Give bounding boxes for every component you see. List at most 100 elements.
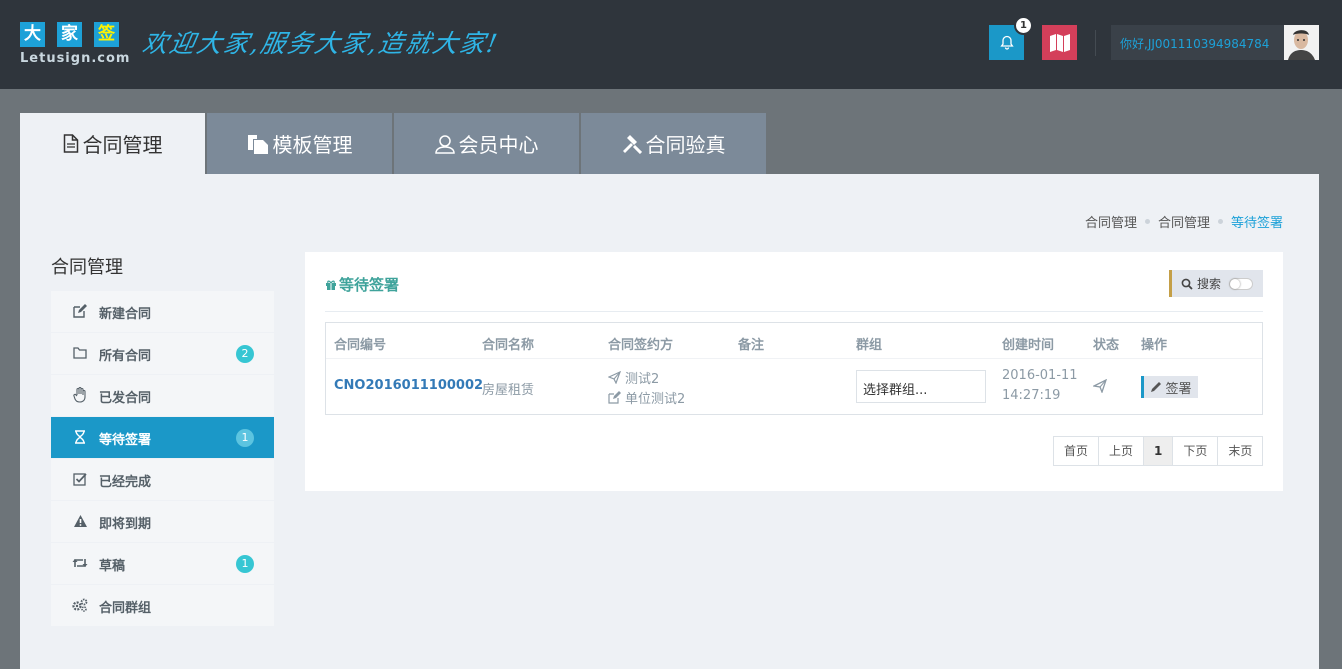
column-header: 合同签约方 xyxy=(608,338,674,353)
page-first[interactable]: 首页 xyxy=(1053,436,1100,466)
breadcrumb-separator xyxy=(1144,219,1150,224)
sign-button-label: 签署 xyxy=(1165,381,1192,397)
sign-button[interactable]: 签署 xyxy=(1141,376,1198,398)
user-menu[interactable]: 你好,JJ001110394984784 xyxy=(1111,25,1319,60)
edit-icon xyxy=(72,303,88,319)
logo-subtitle: Letusign.com xyxy=(20,51,131,66)
map-button[interactable] xyxy=(1042,25,1077,60)
column-header: 创建时间 xyxy=(1002,338,1055,353)
edit-icon xyxy=(608,391,621,404)
search-icon xyxy=(1181,278,1193,290)
pencil-icon xyxy=(1151,382,1162,392)
column-header: 群组 xyxy=(856,338,883,353)
breadcrumb-item[interactable]: 合同管理 xyxy=(1085,212,1137,231)
sidebar-item-new-contract[interactable]: 新建合同 xyxy=(51,291,274,332)
status-sent-icon xyxy=(1091,378,1108,397)
created-time: 14:27:19 xyxy=(1002,388,1061,403)
panel-title-text: 等待签署 xyxy=(339,276,400,294)
send-icon xyxy=(608,371,621,384)
logo[interactable]: 大 家 签 Letusign.com xyxy=(20,22,130,66)
column-header: 合同编号 xyxy=(334,338,387,353)
map-icon xyxy=(1049,33,1070,52)
header-separator xyxy=(326,358,1262,359)
count-badge: 1 xyxy=(236,429,254,447)
hourglass-icon xyxy=(72,429,88,445)
sidebar-item-contract-groups[interactable]: 合同群组 xyxy=(51,585,274,626)
contract-panel: 等待签署 搜索 合同编号 合同名称 合同签约方 备注 群组 创建时间 状态 操作… xyxy=(305,252,1283,491)
column-header: 备注 xyxy=(738,338,765,353)
tab-template-management[interactable]: 模板管理 xyxy=(207,113,392,174)
sidebar-item-label: 已发合同 xyxy=(99,391,152,406)
logo-char: 家 xyxy=(57,22,82,47)
slogan: 欢迎大家,服务大家,造就大家! xyxy=(140,29,502,58)
notification-badge: 1 xyxy=(1014,16,1033,35)
column-header: 合同名称 xyxy=(482,338,535,353)
tab-label: 会员中心 xyxy=(458,133,539,157)
cogs-icon xyxy=(72,597,88,613)
logo-char: 大 xyxy=(20,22,45,47)
created-date: 2016-01-11 xyxy=(1002,368,1078,383)
sidebar-item-all-contracts[interactable]: 所有合同 2 xyxy=(51,333,274,374)
panel-title: 等待签署 xyxy=(325,274,399,295)
sidebar-item-waiting-sign[interactable]: 等待签署 1 xyxy=(51,417,274,458)
breadcrumb-item[interactable]: 合同管理 xyxy=(1158,212,1210,231)
sidebar-item-label: 等待签署 xyxy=(99,433,152,448)
sidebar-item-expiring[interactable]: 即将到期 xyxy=(51,501,274,542)
main-content: 合同管理 合同管理 等待签署 合同管理 新建合同 所有合同 2 已发合同 等待签… xyxy=(20,174,1319,669)
sidebar-item-label: 已经完成 xyxy=(99,475,152,490)
page-prev[interactable]: 上页 xyxy=(1098,436,1145,466)
sidebar-item-label: 草稿 xyxy=(99,559,126,574)
tab-label: 合同管理 xyxy=(82,133,163,157)
sidebar-item-label: 即将到期 xyxy=(99,517,152,532)
search-toggle[interactable]: 搜索 xyxy=(1169,270,1263,297)
warning-icon xyxy=(72,513,88,529)
breadcrumb-separator xyxy=(1217,219,1223,224)
avatar-image xyxy=(1284,25,1319,60)
sidebar-title: 合同管理 xyxy=(51,257,123,278)
sidebar-item-drafts[interactable]: 草稿 1 xyxy=(51,543,274,584)
tab-member-center[interactable]: 会员中心 xyxy=(394,113,579,174)
tab-label: 模板管理 xyxy=(272,133,353,157)
gavel-icon xyxy=(622,134,642,154)
folder-icon xyxy=(72,345,88,361)
top-header: 大 家 签 Letusign.com 欢迎大家,服务大家,造就大家! 1 你好,… xyxy=(0,0,1342,89)
breadcrumb: 合同管理 合同管理 等待签署 xyxy=(1085,212,1283,231)
group-select[interactable]: 选择群组... xyxy=(856,370,986,403)
count-badge: 1 xyxy=(236,555,254,573)
signer-party: 测试2 xyxy=(608,368,659,387)
retweet-icon xyxy=(72,555,88,571)
column-header: 操作 xyxy=(1141,338,1168,353)
pagination: 首页 上页 1 下页 末页 xyxy=(1053,436,1264,466)
column-header: 状态 xyxy=(1093,338,1120,353)
contract-number-link[interactable]: CNO2016011100002 xyxy=(334,378,483,393)
page-last[interactable]: 末页 xyxy=(1217,436,1264,466)
logo-char: 签 xyxy=(94,22,119,47)
sidebar-menu: 新建合同 所有合同 2 已发合同 等待签署 1 已经完成 即将到期 草稿 1 合… xyxy=(51,291,274,627)
copy-icon xyxy=(247,134,268,154)
sidebar-item-label: 合同群组 xyxy=(99,601,152,616)
count-badge: 2 xyxy=(236,345,254,363)
divider xyxy=(325,311,1263,312)
document-icon xyxy=(63,134,78,153)
signer-name: 测试2 xyxy=(625,372,660,387)
sidebar-item-label: 新建合同 xyxy=(99,307,152,322)
signer-name: 单位测试2 xyxy=(625,392,686,407)
signer-party: 单位测试2 xyxy=(608,388,685,407)
sidebar-item-completed[interactable]: 已经完成 xyxy=(51,459,274,500)
tab-contract-management[interactable]: 合同管理 xyxy=(20,113,205,174)
avatar[interactable] xyxy=(1284,25,1319,60)
tab-contract-verify[interactable]: 合同验真 xyxy=(581,113,766,174)
page-next[interactable]: 下页 xyxy=(1172,436,1219,466)
search-switch[interactable] xyxy=(1229,277,1254,290)
page-current[interactable]: 1 xyxy=(1143,436,1174,466)
header-divider xyxy=(1095,30,1096,56)
tab-label: 合同验真 xyxy=(645,133,726,157)
sidebar-item-label: 所有合同 xyxy=(99,349,152,364)
user-greeting: 你好,JJ001110394984784 xyxy=(1120,37,1270,51)
gift-icon xyxy=(326,280,336,290)
contracts-table: 合同编号 合同名称 合同签约方 备注 群组 创建时间 状态 操作 CNO2016… xyxy=(325,322,1263,415)
contract-name: 房屋租赁 xyxy=(482,383,535,398)
sidebar-item-sent-contracts[interactable]: 已发合同 xyxy=(51,375,274,416)
search-label: 搜索 xyxy=(1197,277,1222,291)
hand-icon xyxy=(72,387,88,403)
